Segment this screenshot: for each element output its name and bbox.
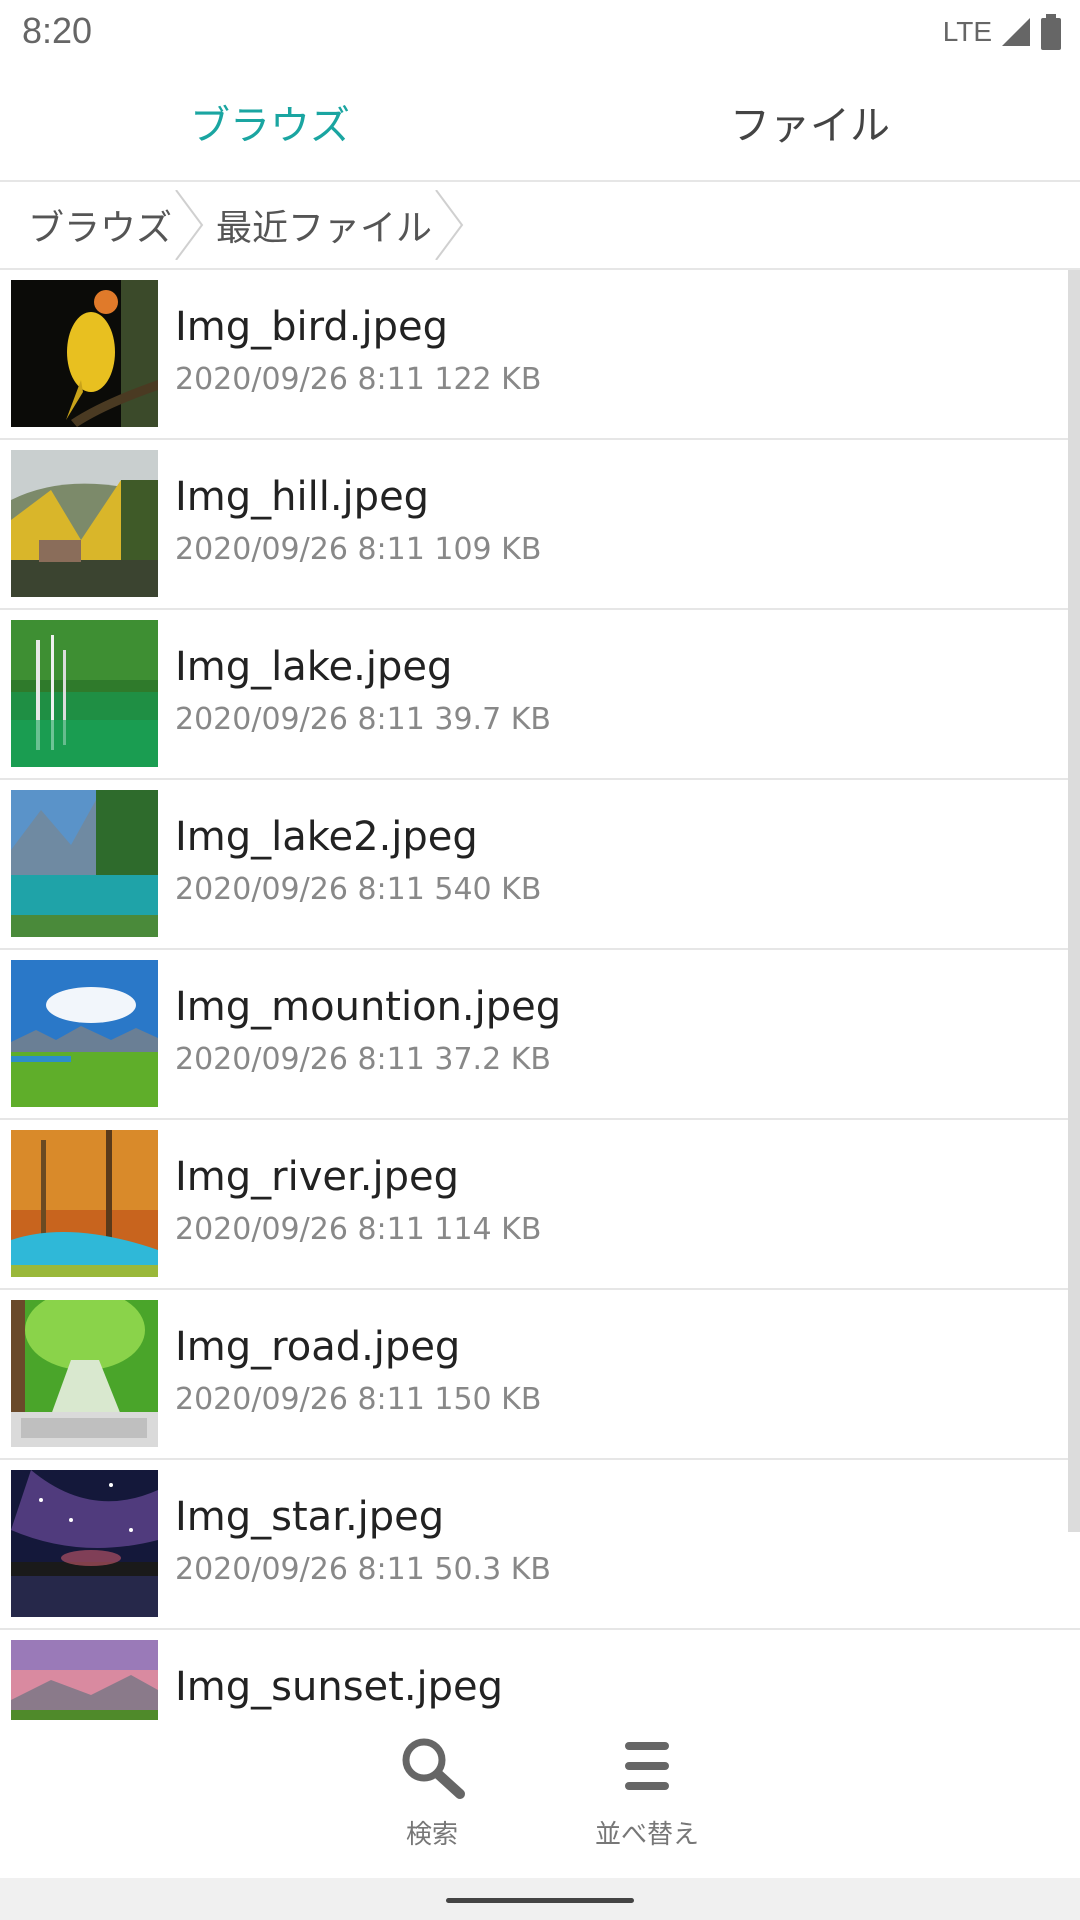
file-list[interactable]: Img_bird.jpeg 2020/09/26 8:11 122 KB Img… bbox=[0, 270, 1080, 1720]
search-label: 検索 bbox=[405, 1820, 458, 1850]
file-date: 2020/09/26 8:11 bbox=[175, 1212, 425, 1247]
file-name: Img_mountion.jpeg bbox=[175, 984, 562, 1030]
top-tabs: ブラウズ ファイル bbox=[0, 64, 1080, 182]
scrollbar[interactable] bbox=[1068, 270, 1080, 1532]
file-name: Img_sunset.jpeg bbox=[175, 1664, 504, 1710]
list-item[interactable]: Img_river.jpeg 2020/09/26 8:11 114 KB bbox=[0, 1120, 1080, 1290]
breadcrumb-item-browse[interactable]: ブラウズ bbox=[0, 182, 206, 268]
chevron-right-icon bbox=[435, 190, 464, 260]
file-name: Img_star.jpeg bbox=[175, 1494, 445, 1540]
breadcrumb-item-recent[interactable]: 最近ファイル bbox=[206, 182, 466, 268]
search-icon bbox=[402, 1738, 465, 1799]
status-time: 8:20 bbox=[22, 10, 93, 51]
file-size: 37.2 KB bbox=[434, 1042, 551, 1077]
breadcrumb-label: ブラウズ bbox=[28, 208, 173, 249]
list-item[interactable]: Img_road.jpeg 2020/09/26 8:11 150 KB bbox=[0, 1290, 1080, 1460]
file-meta: 2020/09/26 8:11 37.2 KB bbox=[175, 1042, 551, 1077]
file-name: Img_lake.jpeg bbox=[175, 644, 453, 690]
tab-browse[interactable]: ブラウズ bbox=[0, 64, 540, 180]
file-meta: 2020/09/26 8:11 109 KB bbox=[175, 532, 541, 567]
file-date: 2020/09/26 8:11 bbox=[175, 1042, 425, 1077]
thumbnail-sunset bbox=[11, 1640, 158, 1720]
thumbnail-lake2 bbox=[11, 790, 158, 937]
status-bar: 8:20 LTE bbox=[0, 0, 1080, 64]
signal-icon bbox=[1002, 18, 1030, 46]
file-name: Img_hill.jpeg bbox=[175, 474, 430, 520]
file-date: 2020/09/26 8:11 bbox=[175, 362, 425, 397]
file-size: 540 KB bbox=[434, 872, 542, 907]
app-screen: 8:20 LTE ブラウズ ファイル ブラウズ 最近ファイル Img_bird.… bbox=[0, 0, 1080, 1920]
thumbnail-mountain bbox=[11, 960, 158, 1107]
list-item[interactable]: Img_lake2.jpeg 2020/09/26 8:11 540 KB bbox=[0, 780, 1080, 950]
breadcrumb: ブラウズ 最近ファイル bbox=[0, 182, 1080, 270]
file-size: 122 KB bbox=[434, 362, 542, 397]
file-meta: 2020/09/26 8:11 540 KB bbox=[175, 872, 541, 907]
thumbnail-star bbox=[11, 1470, 158, 1617]
file-size: 50.3 KB bbox=[434, 1552, 551, 1587]
file-size: 109 KB bbox=[434, 532, 542, 567]
thumbnail-bird bbox=[11, 280, 158, 427]
file-size: 39.7 KB bbox=[434, 702, 551, 737]
menu-icon bbox=[625, 1742, 669, 1790]
file-date: 2020/09/26 8:11 bbox=[175, 1382, 425, 1417]
file-size: 150 KB bbox=[434, 1382, 542, 1417]
tab-files[interactable]: ファイル bbox=[540, 64, 1080, 180]
bottom-toolbar: 検索 並べ替え bbox=[0, 1720, 1080, 1878]
search-button[interactable]: 検索 bbox=[352, 1734, 512, 1851]
thumbnail-river bbox=[11, 1130, 158, 1277]
sort-label: 並べ替え bbox=[594, 1820, 699, 1850]
file-meta: 2020/09/26 8:11 50.3 KB bbox=[175, 1552, 551, 1587]
list-item[interactable]: Img_star.jpeg 2020/09/26 8:11 50.3 KB bbox=[0, 1460, 1080, 1630]
home-indicator[interactable] bbox=[446, 1898, 634, 1903]
file-meta: 2020/09/26 8:11 114 KB bbox=[175, 1212, 541, 1247]
list-item[interactable]: Img_sunset.jpeg bbox=[0, 1630, 1080, 1720]
file-date: 2020/09/26 8:11 bbox=[175, 1552, 425, 1587]
breadcrumb-label: 最近ファイル bbox=[216, 208, 433, 249]
file-meta: 2020/09/26 8:11 150 KB bbox=[175, 1382, 541, 1417]
file-name: Img_river.jpeg bbox=[175, 1154, 459, 1200]
chevron-right-icon bbox=[175, 190, 204, 260]
thumbnail-road bbox=[11, 1300, 158, 1447]
file-date: 2020/09/26 8:11 bbox=[175, 702, 425, 737]
list-item[interactable]: Img_lake.jpeg 2020/09/26 8:11 39.7 KB bbox=[0, 610, 1080, 780]
network-type-label: LTE bbox=[942, 16, 992, 47]
file-name: Img_lake2.jpeg bbox=[175, 814, 478, 860]
navigation-bar bbox=[0, 1878, 1080, 1920]
list-item[interactable]: Img_mountion.jpeg 2020/09/26 8:11 37.2 K… bbox=[0, 950, 1080, 1120]
list-item[interactable]: Img_hill.jpeg 2020/09/26 8:11 109 KB bbox=[0, 440, 1080, 610]
file-size: 114 KB bbox=[434, 1212, 542, 1247]
battery-icon bbox=[1041, 14, 1061, 50]
file-meta: 2020/09/26 8:11 39.7 KB bbox=[175, 702, 551, 737]
file-date: 2020/09/26 8:11 bbox=[175, 532, 425, 567]
file-meta: 2020/09/26 8:11 122 KB bbox=[175, 362, 541, 397]
list-item[interactable]: Img_bird.jpeg 2020/09/26 8:11 122 KB bbox=[0, 270, 1080, 440]
sort-button[interactable]: 並べ替え bbox=[567, 1734, 727, 1851]
thumbnail-hill bbox=[11, 450, 158, 597]
thumbnail-lake bbox=[11, 620, 158, 767]
file-name: Img_road.jpeg bbox=[175, 1324, 461, 1370]
file-date: 2020/09/26 8:11 bbox=[175, 872, 425, 907]
status-icons: LTE bbox=[943, 12, 1062, 52]
file-name: Img_bird.jpeg bbox=[175, 304, 449, 350]
